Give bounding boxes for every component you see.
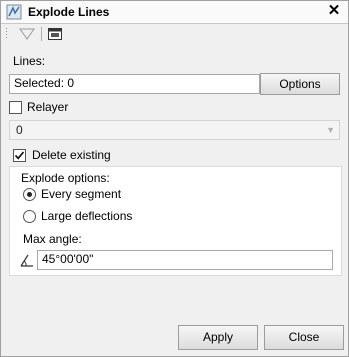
filter-icon[interactable] [19,26,35,42]
angle-icon [20,254,33,267]
toolbar [1,24,348,44]
title-bar[interactable]: Explode Lines ✕ [1,1,348,24]
explode-lines-icon [6,4,22,20]
explode-lines-dialog: Explode Lines ✕ Lines: Selected: 0 Optio… [0,0,349,357]
max-angle-field[interactable]: 45°00'00" [37,250,333,270]
explode-options-label: Explode options: [21,171,110,185]
chevron-down-icon: ▼ [326,125,335,135]
relayer-checkbox[interactable] [9,101,22,114]
dialog-title: Explode Lines [28,5,110,19]
max-angle-label: Max angle: [23,232,82,246]
layer-dropdown[interactable]: 0 ▼ [9,120,340,140]
apply-button[interactable]: Apply [178,325,258,350]
every-segment-radio[interactable] [23,188,36,201]
checkmark-icon [14,151,25,160]
window-icon[interactable] [47,26,63,42]
delete-existing-checkbox[interactable] [13,149,26,162]
every-segment-label: Every segment [41,187,122,201]
large-deflections-radio[interactable] [23,210,36,223]
radio-selected-dot [27,192,32,197]
large-deflections-label: Large deflections [41,209,133,223]
close-button[interactable]: Close [264,325,344,350]
close-icon[interactable]: ✕ [326,3,342,19]
toolbar-separator [41,27,42,41]
relayer-label: Relayer [27,100,69,114]
layer-value: 0 [16,123,23,137]
lines-label: Lines: [13,54,46,68]
delete-existing-label: Delete existing [32,148,111,162]
selected-lines-field[interactable]: Selected: 0 [9,74,260,94]
toolbar-grip[interactable] [5,27,8,41]
options-button[interactable]: Options [260,73,340,95]
